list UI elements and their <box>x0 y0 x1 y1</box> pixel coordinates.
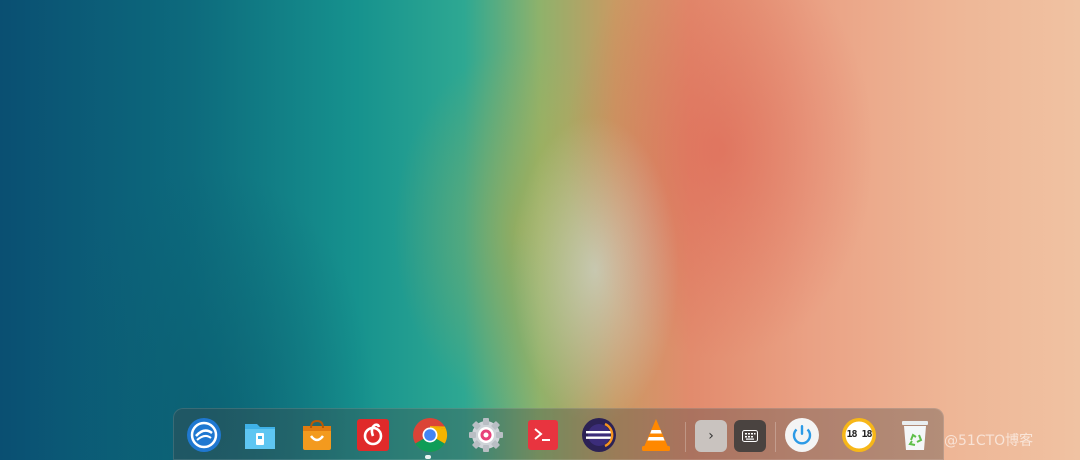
vlc-icon <box>639 417 673 453</box>
dock-divider <box>685 422 686 452</box>
file-manager-button[interactable] <box>241 416 279 454</box>
deepin-launcher-icon <box>186 417 222 453</box>
dock: › 18 18 <box>173 408 944 460</box>
terminal-button[interactable] <box>524 416 562 454</box>
gear-icon <box>468 417 504 453</box>
keyboard-layout-button[interactable] <box>734 420 766 452</box>
terminal-icon <box>526 418 560 452</box>
chrome-running-indicator <box>425 455 431 459</box>
eclipse-icon <box>581 417 617 453</box>
clock-icon: 18 18 <box>841 417 877 453</box>
file-manager-icon <box>243 418 277 452</box>
app-store-button[interactable] <box>298 416 336 454</box>
chrome-icon <box>412 417 448 453</box>
power-button[interactable] <box>783 416 821 454</box>
trash-button[interactable] <box>896 416 934 454</box>
dock-divider <box>775 422 776 452</box>
launcher-button[interactable] <box>185 416 223 454</box>
netease-music-button[interactable] <box>354 416 392 454</box>
clock-time-text: 18 18 <box>846 429 872 440</box>
netease-music-icon <box>356 418 390 452</box>
eclipse-button[interactable] <box>580 416 618 454</box>
clock-button[interactable]: 18 18 <box>840 416 878 454</box>
trash-icon <box>898 417 932 453</box>
vlc-button[interactable] <box>637 416 675 454</box>
chevron-right-icon: › <box>708 428 714 444</box>
app-store-icon <box>300 418 334 452</box>
keyboard-icon <box>742 430 758 442</box>
chrome-button[interactable] <box>411 416 449 454</box>
desktop-wallpaper <box>0 0 1080 460</box>
control-center-button[interactable] <box>467 416 505 454</box>
tray-expand-button[interactable]: › <box>695 420 727 452</box>
watermark-text: @51CTO博客 <box>944 433 1034 449</box>
power-icon <box>784 417 820 453</box>
